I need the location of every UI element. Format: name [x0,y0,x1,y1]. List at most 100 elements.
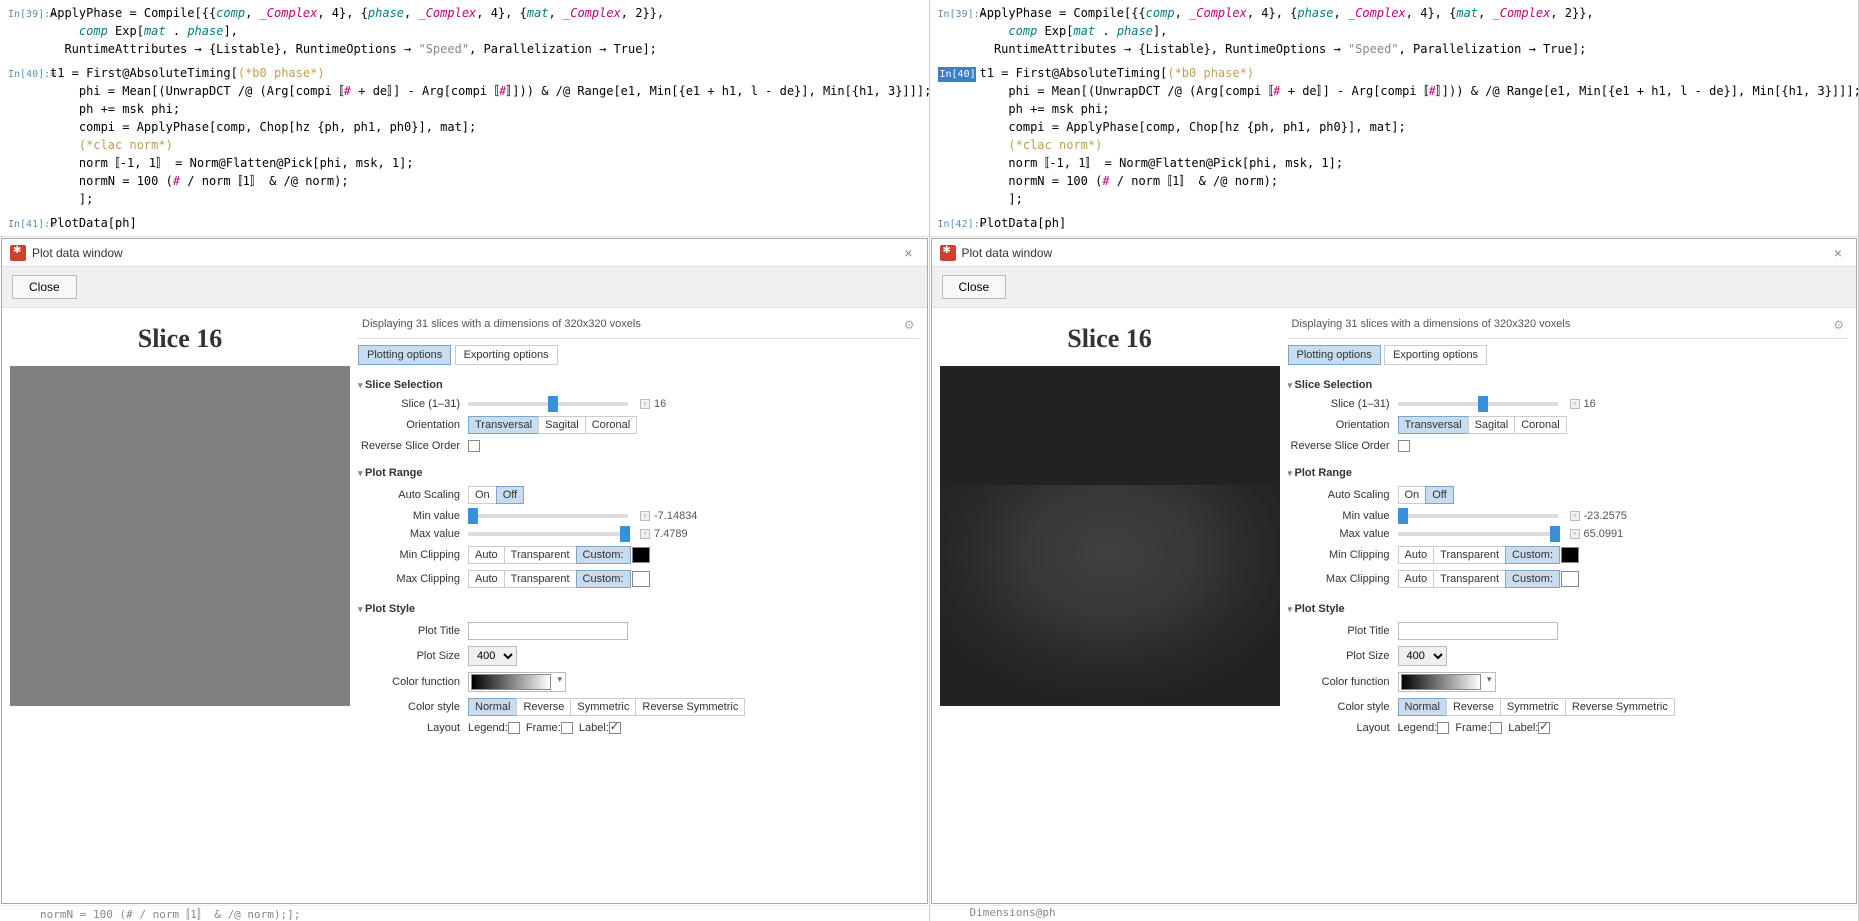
autoscale-on[interactable]: On [1398,486,1427,504]
window-title: Plot data window [962,246,1829,260]
minval-slider[interactable] [1398,514,1558,518]
autoscale-on[interactable]: On [468,486,497,504]
section-plot-range[interactable]: Plot Range [1288,463,1849,483]
colorstyle-symmetric[interactable]: Symmetric [1500,698,1566,716]
orientation-sagital[interactable]: Sagital [1468,416,1516,434]
maxval-slider[interactable] [468,532,628,536]
window-close-icon[interactable]: × [1828,245,1848,261]
titlebar[interactable]: Plot data window × [2,239,927,267]
close-button[interactable]: Close [942,275,1007,299]
layout-frame-checkbox[interactable] [561,722,573,734]
slice-value: 16 [1584,398,1596,410]
tab-exporting-options[interactable]: Exporting options [455,345,558,365]
maxval-readout: 65.0991 [1584,528,1624,540]
plot-title: Slice 16 [1067,324,1152,354]
colorstyle-normal[interactable]: Normal [1398,698,1447,716]
orientation-coronal[interactable]: Coronal [585,416,638,434]
layout-legend-checkbox[interactable] [1437,722,1449,734]
app-icon [940,245,956,261]
slice-slider[interactable] [1398,402,1558,406]
bottom-clip-left: normN = 100 (# / norm〚1〛 & /@ norm);]; [0,905,929,921]
slider-step-icon[interactable]: ▫ [1570,529,1580,539]
minclip-transparent[interactable]: Transparent [504,546,577,564]
cell-label-in41: In[41]:= [8,217,46,232]
maxclip-custom[interactable]: Custom: [576,570,631,588]
colorstyle-symmetric[interactable]: Symmetric [570,698,636,716]
cell-label-in40-active: In[40]:= [938,67,976,82]
reverse-slice-checkbox[interactable] [1398,440,1410,452]
gear-icon[interactable]: ⚙ [1833,318,1844,332]
minval-readout: -23.2575 [1584,510,1627,522]
section-plot-style[interactable]: Plot Style [358,599,919,619]
slider-step-icon[interactable]: ▫ [640,511,650,521]
maxclip-color-swatch[interactable] [1561,571,1579,587]
autoscale-off[interactable]: Off [1425,486,1453,504]
window-close-icon[interactable]: × [899,245,919,261]
orientation-sagital[interactable]: Sagital [538,416,586,434]
color-function-select[interactable] [1398,672,1496,692]
minclip-custom[interactable]: Custom: [576,546,631,564]
section-plot-style[interactable]: Plot Style [1288,599,1849,619]
app-icon [10,245,26,261]
right-pane: In[39]:=ApplyPhase = Compile[{{comp, _Co… [930,0,1859,921]
tab-plotting-options[interactable]: Plotting options [1288,345,1381,365]
section-slice-selection[interactable]: Slice Selection [1288,375,1849,395]
maxclip-transparent[interactable]: Transparent [1433,570,1506,588]
minclip-custom[interactable]: Custom: [1505,546,1560,564]
minclip-transparent[interactable]: Transparent [1433,546,1506,564]
slider-step-icon[interactable]: ▫ [1570,399,1580,409]
plot-size-select[interactable]: 400 [1398,646,1447,666]
layout-label-checkbox[interactable] [609,722,621,734]
maxclip-transparent[interactable]: Transparent [504,570,577,588]
tab-plotting-options[interactable]: Plotting options [358,345,451,365]
code-area-right[interactable]: In[39]:=ApplyPhase = Compile[{{comp, _Co… [930,0,1859,237]
maxclip-auto[interactable]: Auto [468,570,505,588]
plot-title-input[interactable] [1398,622,1558,640]
colorstyle-normal[interactable]: Normal [468,698,517,716]
minval-readout: -7.14834 [654,510,697,522]
layout-label-checkbox[interactable] [1538,722,1550,734]
maxclip-color-swatch[interactable] [632,571,650,587]
colorstyle-reverse-symmetric[interactable]: Reverse Symmetric [635,698,745,716]
orientation-coronal[interactable]: Coronal [1514,416,1567,434]
plot-title: Slice 16 [138,324,223,354]
orientation-transversal[interactable]: Transversal [468,416,539,434]
code-area-left[interactable]: In[39]:=ApplyPhase = Compile[{{comp, _Co… [0,0,929,237]
plot-image [940,366,1280,706]
slice-value: 16 [654,398,666,410]
bottom-clip-right: Dimensions@ph [930,905,1859,921]
layout-legend-checkbox[interactable] [508,722,520,734]
colorstyle-reverse-symmetric[interactable]: Reverse Symmetric [1565,698,1675,716]
color-function-select[interactable] [468,672,566,692]
titlebar[interactable]: Plot data window × [932,239,1857,267]
maxval-readout: 7.4789 [654,528,688,540]
layout-frame-checkbox[interactable] [1490,722,1502,734]
section-plot-range[interactable]: Plot Range [358,463,919,483]
minclip-color-swatch[interactable] [632,547,650,563]
plot-size-select[interactable]: 400 [468,646,517,666]
slider-step-icon[interactable]: ▫ [1570,511,1580,521]
autoscale-off[interactable]: Off [496,486,524,504]
slider-step-icon[interactable]: ▫ [640,399,650,409]
window-title: Plot data window [32,246,899,260]
cell-label-in40: In[40]:= [8,67,46,82]
minclip-color-swatch[interactable] [1561,547,1579,563]
colorstyle-reverse[interactable]: Reverse [1446,698,1501,716]
minval-slider[interactable] [468,514,628,518]
close-button[interactable]: Close [12,275,77,299]
orientation-transversal[interactable]: Transversal [1398,416,1469,434]
reverse-slice-checkbox[interactable] [468,440,480,452]
slice-slider[interactable] [468,402,628,406]
maxclip-auto[interactable]: Auto [1398,570,1435,588]
minclip-auto[interactable]: Auto [1398,546,1435,564]
gear-icon[interactable]: ⚙ [904,318,915,332]
minclip-auto[interactable]: Auto [468,546,505,564]
section-slice-selection[interactable]: Slice Selection [358,375,919,395]
tab-exporting-options[interactable]: Exporting options [1384,345,1487,365]
plot-window-right: Plot data window × Close Slice 16 Displa… [931,238,1858,904]
colorstyle-reverse[interactable]: Reverse [516,698,571,716]
plot-title-input[interactable] [468,622,628,640]
maxclip-custom[interactable]: Custom: [1505,570,1560,588]
slider-step-icon[interactable]: ▫ [640,529,650,539]
maxval-slider[interactable] [1398,532,1558,536]
